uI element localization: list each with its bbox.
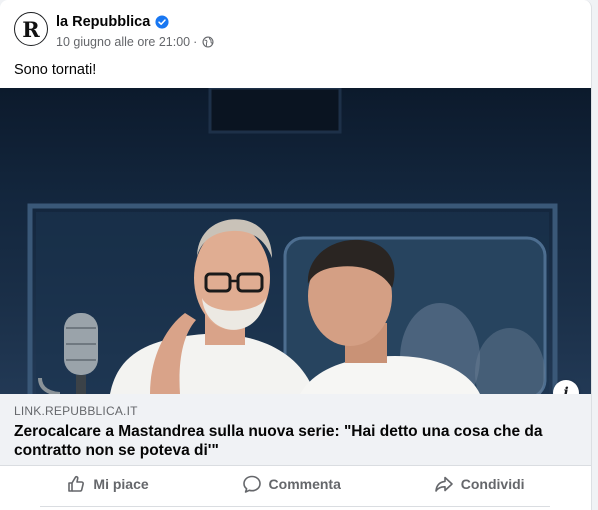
comment-label: Commenta [268, 476, 341, 492]
comment-bubble-icon [242, 475, 261, 493]
page-name-row: la Repubblica [56, 14, 169, 30]
like-button[interactable]: Mi piace [66, 474, 149, 494]
post-timestamp[interactable]: 10 giugno alle ore 21:00 [56, 35, 190, 49]
like-label: Mi piace [93, 476, 149, 492]
link-preview-image[interactable] [0, 88, 591, 394]
post-actions: Mi piace Commenta Condividi [0, 468, 591, 500]
link-preview[interactable]: LINK.REPUBBLICA.IT Zerocalcare a Mastand… [0, 394, 591, 466]
divider [40, 506, 550, 507]
post-meta: 10 giugno alle ore 21:00 · [56, 35, 214, 49]
share-button[interactable]: Condividi [434, 474, 525, 494]
meta-separator: · [193, 35, 198, 49]
link-domain: LINK.REPUBBLICA.IT [14, 404, 138, 418]
post-header: R la Repubblica 10 giugno alle ore 21:00… [14, 12, 574, 52]
post-text: Sono tornati! [14, 62, 97, 78]
studio-photo [27, 88, 558, 394]
verified-badge-icon [155, 15, 169, 29]
page-name-link[interactable]: la Repubblica [56, 14, 150, 30]
share-arrow-icon [434, 476, 453, 492]
share-label: Condividi [460, 476, 525, 492]
avatar[interactable]: R [14, 12, 48, 46]
thumbs-up-icon [68, 475, 85, 492]
avatar-logo-letter: R [22, 17, 40, 42]
globe-icon[interactable] [202, 36, 214, 48]
comment-button[interactable]: Commenta [242, 474, 341, 494]
post-card: R la Repubblica 10 giugno alle ore 21:00… [0, 0, 592, 510]
link-title[interactable]: Zerocalcare a Mastandrea sulla nuova ser… [14, 422, 554, 460]
